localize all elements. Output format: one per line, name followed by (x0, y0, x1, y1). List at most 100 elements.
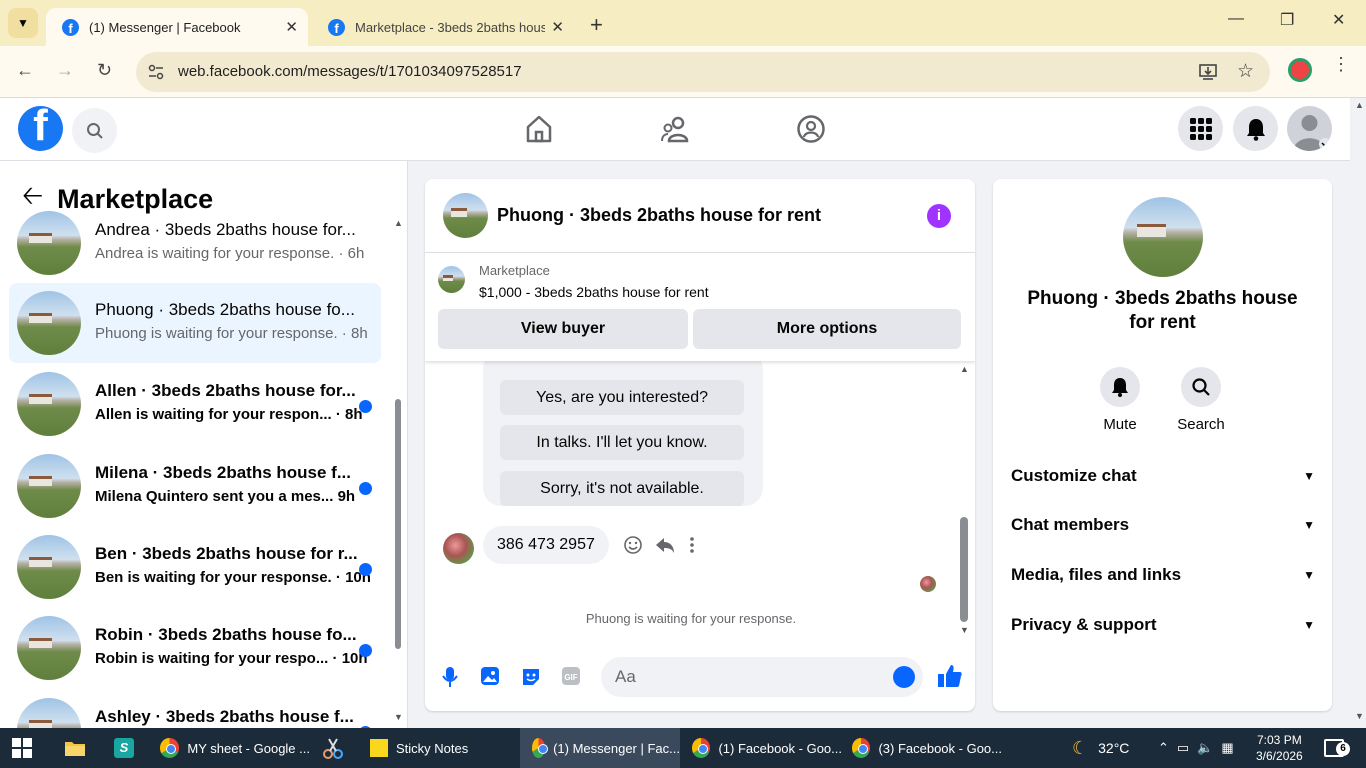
chat-title[interactable]: Phuong · 3beds 2baths house for rent (497, 205, 821, 226)
sticker-icon[interactable] (520, 666, 542, 688)
scroll-up-icon[interactable]: ▲ (394, 218, 403, 228)
listing-price-title[interactable]: $1,000 - 3beds 2baths house for rent (479, 284, 709, 300)
network-icon[interactable]: ▦ (1221, 740, 1233, 756)
reload-icon[interactable]: ↻ (97, 60, 112, 81)
customize-chat-section[interactable]: Customize chat ▼ (1011, 466, 1315, 486)
section-label: Privacy & support (1011, 615, 1157, 634)
forward-arrow-icon[interactable]: → (56, 60, 74, 81)
tab-search-button[interactable]: ▼ (8, 8, 38, 38)
volume-icon[interactable]: 🔈 (1197, 740, 1213, 756)
system-tray[interactable]: ⌃ ▭ 🔈 ▦ (1158, 728, 1234, 768)
account-avatar[interactable] (1287, 106, 1332, 151)
scrollbar-thumb[interactable] (960, 517, 968, 622)
taskbar-item-facebook-1[interactable]: (1) Facebook - Goo... (692, 728, 842, 768)
chat-avatar[interactable] (443, 193, 488, 238)
notifications-button[interactable] (1233, 106, 1278, 151)
conversation-item[interactable]: Robin · 3beds 2baths house fo... Robin i… (9, 608, 381, 688)
scroll-down-icon[interactable]: ▼ (394, 712, 403, 722)
taskbar-item-facebook-3[interactable]: (3) Facebook - Goo... (852, 728, 1002, 768)
conversation-item[interactable]: Milena · 3beds 2baths house f... Milena … (9, 446, 381, 526)
gif-icon[interactable]: GIF (561, 666, 581, 686)
taskbar-item-messenger[interactable]: (1) Messenger | Fac... (520, 728, 680, 768)
facebook-logo[interactable]: f (18, 106, 63, 151)
temperature: 32°C (1098, 740, 1130, 756)
scroll-up-icon[interactable]: ▲ (960, 364, 969, 374)
taskbar-item-tool[interactable] (322, 728, 344, 768)
site-settings-icon[interactable] (148, 64, 164, 80)
reply-icon[interactable] (655, 536, 675, 554)
chat-scrollbar[interactable]: ▲ ▼ (959, 364, 969, 637)
file-explorer-button[interactable] (64, 728, 86, 768)
battery-icon[interactable]: ▭ (1177, 740, 1189, 756)
info-icon[interactable]: i (927, 204, 951, 228)
scroll-down-icon[interactable]: ▼ (960, 625, 969, 635)
listing-thumbnail[interactable] (438, 266, 465, 293)
profile-avatar[interactable] (1123, 197, 1203, 277)
conversation-item[interactable]: Andrea · 3beds 2baths house for... Andre… (9, 203, 381, 283)
sticky-notes-icon (370, 739, 388, 757)
groups-icon[interactable] (796, 114, 826, 144)
back-arrow-icon[interactable]: ← (16, 60, 34, 81)
conversation-item[interactable]: Ben · 3beds 2baths house for r... Ben is… (9, 527, 381, 607)
mute-button[interactable]: Mute (1090, 367, 1150, 433)
scroll-up-icon[interactable]: ▲ (1355, 100, 1364, 110)
chevron-up-icon[interactable]: ⌃ (1158, 740, 1169, 756)
conversation-item[interactable]: Allen · 3beds 2baths house for... Allen … (9, 364, 381, 444)
scrollbar-thumb[interactable] (395, 399, 401, 649)
conversation-avatar (17, 372, 81, 436)
app-s-button[interactable]: S (114, 728, 134, 768)
friends-icon[interactable] (660, 114, 690, 144)
browser-profile-avatar[interactable] (1288, 58, 1312, 82)
media-files-links-section[interactable]: Media, files and links ▼ (1011, 565, 1315, 585)
unread-dot (359, 400, 372, 413)
tab-title: Marketplace - 3beds 2baths house (355, 19, 545, 35)
address-bar[interactable]: web.facebook.com/messages/t/170103409752… (136, 52, 1270, 92)
browser-menu-icon[interactable]: ⋮ (1332, 55, 1350, 73)
microphone-icon[interactable] (440, 666, 460, 688)
weather-widget[interactable]: ☾ 32°C (1072, 728, 1129, 768)
taskbar-item-sheet[interactable]: MY sheet - Google ... (160, 728, 310, 768)
close-tab-icon[interactable]: ✕ (285, 18, 298, 36)
minimize-icon[interactable]: — (1228, 10, 1244, 28)
scroll-down-icon[interactable]: ▼ (1355, 711, 1364, 721)
quick-reply-button[interactable]: Sorry, it's not available. (500, 471, 744, 506)
clock[interactable]: 7:03 PM 3/6/2026 (1256, 728, 1303, 768)
install-app-icon[interactable] (1198, 62, 1218, 82)
emoji-icon[interactable] (893, 666, 915, 688)
notification-center-button[interactable]: 6 (1324, 728, 1350, 768)
view-buyer-button[interactable]: View buyer (438, 309, 688, 349)
home-icon[interactable] (525, 114, 553, 144)
tab-marketplace[interactable]: f Marketplace - 3beds 2baths house ✕ (312, 8, 574, 46)
sender-avatar[interactable] (443, 533, 474, 564)
photo-icon[interactable] (480, 666, 500, 686)
bookmark-star-icon[interactable]: ☆ (1237, 60, 1254, 83)
message-input[interactable] (615, 667, 875, 687)
taskbar-item-sticky-notes[interactable]: Sticky Notes (370, 728, 510, 768)
start-button[interactable] (12, 728, 32, 768)
quick-reply-button[interactable]: In talks. I'll let you know. (500, 425, 744, 460)
page-scrollbar[interactable]: ▲ ▼ (1353, 98, 1366, 728)
new-tab-icon[interactable]: + (590, 12, 603, 38)
conversation-list-scrollbar[interactable]: ▲ ▼ (394, 218, 403, 722)
privacy-support-section[interactable]: Privacy & support ▼ (1011, 615, 1315, 635)
more-options-button[interactable]: More options (693, 309, 961, 349)
chrome-icon (160, 738, 180, 758)
windows-taskbar: S MY sheet - Google ... Sticky Notes (1)… (0, 728, 1366, 768)
restore-icon[interactable]: ❐ (1280, 10, 1294, 30)
menu-button[interactable] (1178, 106, 1223, 151)
chat-members-section[interactable]: Chat members ▼ (1011, 515, 1315, 535)
tab-messenger[interactable]: f (1) Messenger | Facebook ✕ (46, 8, 308, 46)
profile-name[interactable]: Phuong · 3beds 2baths house for rent (1013, 287, 1312, 335)
more-vertical-icon[interactable] (687, 536, 697, 554)
react-emoji-icon[interactable] (623, 535, 643, 555)
search-icon (1192, 378, 1210, 396)
close-tab-icon[interactable]: ✕ (551, 18, 564, 36)
search-in-chat-button[interactable]: Search (1171, 367, 1231, 433)
thumbs-up-icon[interactable] (937, 663, 963, 689)
conversation-item[interactable]: Ashley · 3beds 2baths house f... (9, 690, 381, 728)
conversation-item[interactable]: Phuong · 3beds 2baths house fo... Phuong… (9, 283, 381, 363)
window-close-icon[interactable]: ✕ (1332, 10, 1345, 30)
message-input-wrapper (601, 657, 923, 697)
quick-reply-button[interactable]: Yes, are you interested? (500, 380, 744, 415)
search-button[interactable] (72, 108, 117, 153)
